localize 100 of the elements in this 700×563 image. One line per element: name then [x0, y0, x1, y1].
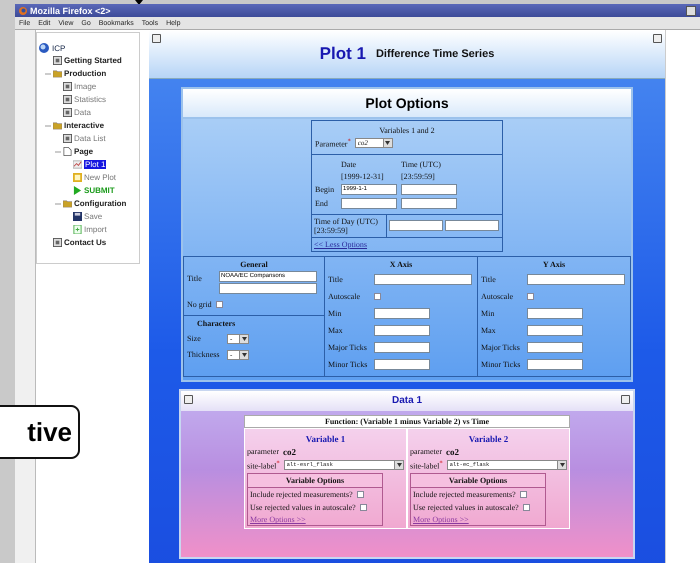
tree-item[interactable]: Image	[74, 82, 96, 91]
field-label: Size	[187, 334, 202, 344]
page-icon	[53, 56, 62, 65]
field-label: Major Ticks	[328, 342, 368, 352]
field-label: Title	[328, 274, 344, 284]
input-field[interactable]	[341, 198, 397, 209]
more-options-link[interactable]: More Options >>	[413, 515, 469, 524]
tree-item[interactable]: SUBMIT	[84, 186, 115, 195]
section-heading: X Axis	[388, 260, 414, 269]
tree-item[interactable]: Import	[84, 225, 107, 234]
input-field[interactable]	[374, 308, 430, 319]
chart-icon	[73, 160, 82, 169]
section-heading: General	[239, 260, 269, 269]
field-label: Min	[328, 308, 342, 318]
input-field[interactable]	[374, 274, 472, 285]
plot-title: Plot 1	[320, 44, 366, 64]
less-options-link[interactable]: << Less Options	[314, 240, 368, 249]
option-label: Use rejected values in autoscale?	[413, 503, 519, 512]
folder-icon	[53, 69, 62, 78]
checkbox[interactable]	[520, 491, 527, 498]
plot-subtitle: Difference Time Series	[376, 48, 494, 60]
window-button[interactable]	[686, 6, 696, 16]
panel-title: Plot Options	[183, 89, 631, 119]
input-field[interactable]	[445, 220, 499, 232]
format-hint: [23:59:59]	[401, 172, 436, 181]
input-field[interactable]	[527, 342, 583, 353]
column-label: Time (UTC)	[401, 160, 442, 169]
section-heading: Characters	[196, 318, 236, 328]
field-label: site-label$^{*}$	[410, 460, 443, 470]
field-label: Time of Day (UTC)	[314, 216, 378, 226]
dropdown-arrow-icon	[396, 462, 402, 467]
field-label: Title	[481, 274, 497, 284]
field-label: Max	[481, 326, 497, 335]
parameter-value: co2	[282, 446, 296, 457]
tree-item[interactable]: Production	[64, 69, 106, 78]
tree-root-label[interactable]: ICP	[52, 44, 66, 52]
input-field[interactable]	[527, 324, 583, 336]
field-label: Begin	[315, 184, 336, 194]
section-heading: Variables 1 and 2	[379, 126, 435, 135]
tree-item[interactable]: Plot 1	[84, 160, 106, 169]
tree-item[interactable]: Getting Started	[64, 56, 122, 65]
input-field[interactable]	[401, 184, 457, 195]
tree-item[interactable]: Data List	[74, 134, 106, 143]
parameter-value: co2	[446, 446, 459, 457]
checkbox[interactable]	[527, 292, 534, 300]
input-field[interactable]	[374, 324, 430, 336]
document-icon	[63, 147, 72, 156]
options-heading: Variable Options	[411, 474, 545, 488]
checkbox[interactable]	[216, 301, 223, 308]
format-hint: [1999-12-31]	[341, 172, 385, 181]
variable-heading: Variable 2	[468, 432, 510, 446]
field-label: parameter	[247, 447, 279, 456]
input-field[interactable]	[527, 358, 583, 370]
field-label: site-label$^{*}$	[247, 460, 280, 470]
input-field[interactable]	[374, 358, 430, 370]
field-label: No grid	[187, 300, 212, 310]
import-icon	[73, 225, 82, 234]
function-label: Function: (Variable 1 minus Variable 2) vs Time	[244, 414, 570, 428]
input-field[interactable]	[401, 198, 457, 209]
folder-icon	[63, 199, 72, 208]
new-page-icon	[73, 173, 82, 182]
folder-icon	[53, 121, 62, 130]
panel-title: Data 1	[392, 395, 422, 406]
field-label: Max	[328, 326, 344, 335]
field-label: Parameter$^{*}$	[315, 138, 351, 149]
checkbox[interactable]	[360, 504, 367, 512]
option-label: Include rejected measurements?	[250, 490, 353, 500]
tree-item[interactable]: Statistics	[74, 95, 106, 104]
checkbox[interactable]	[356, 491, 364, 498]
tree-item[interactable]: Interactive	[64, 121, 104, 130]
more-options-link[interactable]: More Options >>	[250, 515, 306, 524]
checkbox[interactable]	[374, 292, 381, 300]
globe-icon	[39, 43, 51, 53]
tree-item[interactable]: Save	[84, 212, 102, 221]
input-field[interactable]	[219, 282, 317, 294]
play-icon	[73, 186, 82, 195]
field-label: Minor Ticks	[328, 360, 368, 369]
field-label: Title	[187, 272, 203, 283]
tree-item[interactable]: Data	[74, 108, 91, 117]
field-label: parameter	[410, 447, 442, 456]
input-field[interactable]	[527, 308, 583, 319]
tree-item[interactable]: Configuration	[74, 199, 126, 208]
options-heading: Variable Options	[248, 474, 382, 488]
tree-item[interactable]: New Plot	[84, 173, 116, 182]
window-title: Mozilla Firefox <2>	[30, 6, 111, 16]
checkbox[interactable]	[522, 504, 530, 512]
field-label: Min	[481, 308, 496, 318]
section-heading: Y Axis	[542, 260, 566, 269]
format-hint: [23:59:59]	[314, 226, 348, 235]
input-field[interactable]	[374, 342, 430, 353]
field-label: Autoscale	[481, 292, 514, 301]
browser-icon	[19, 6, 27, 14]
field-label: Thickness	[187, 350, 220, 360]
tree-item[interactable]: Contact Us	[64, 238, 106, 247]
variable-heading: Variable 1	[304, 432, 346, 446]
tree-item[interactable]: Page	[74, 147, 94, 156]
pointer-triangle-icon	[135, 0, 143, 5]
callout-label: tive	[0, 405, 80, 459]
input-field[interactable]	[389, 220, 443, 232]
input-field[interactable]	[527, 274, 625, 285]
